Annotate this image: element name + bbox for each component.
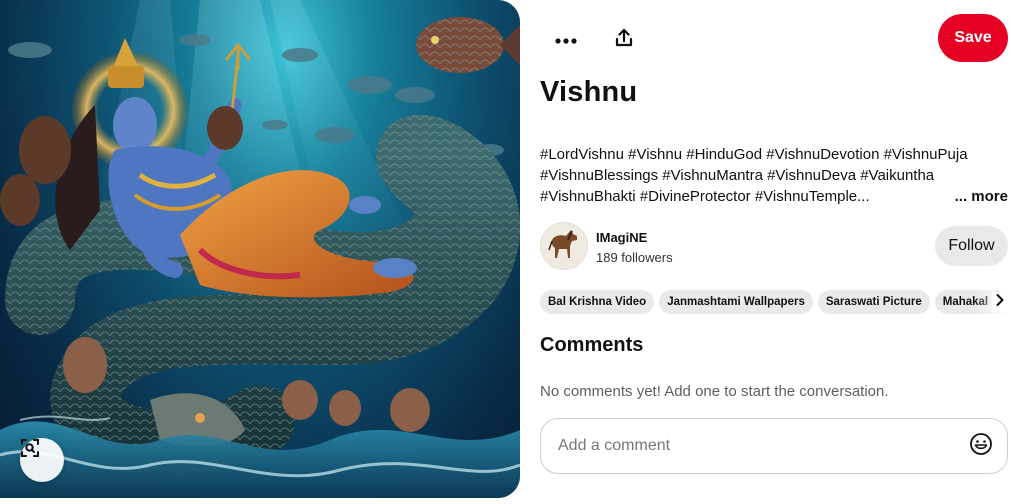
more-description-link[interactable]: ... more [955,186,1008,207]
creator-info: IMagiNE 189 followers [596,228,673,265]
more-horizontal-icon [555,31,577,49]
pin-toolbar [548,22,642,58]
related-topics-chips: Bal Krishna Video Janmashtami Wallpapers… [540,290,1008,314]
more-options-button[interactable] [548,22,584,58]
smiley-face-icon [969,432,993,461]
pin-title: Vishnu [540,76,638,108]
no-comments-message: No comments yet! Add one to start the co… [540,383,889,400]
creator-name[interactable]: IMagiNE [596,230,673,245]
topic-chip[interactable]: Janmashtami Wallpapers [659,290,813,314]
comment-input[interactable] [541,419,961,473]
description-line: #VishnuBlessings #VishnuMantra #VishnuDe… [540,167,935,184]
follower-count: 189 followers [596,249,673,265]
comment-composer [540,418,1008,474]
share-button[interactable] [606,22,642,58]
pin-image[interactable] [0,0,520,498]
creator-profile[interactable]: IMagiNE 189 followers [540,222,673,270]
topic-chip[interactable]: Bal Krishna Video [540,290,655,314]
vishnu-artwork [0,0,520,498]
follow-button[interactable]: Follow [935,226,1008,266]
chips-next-button[interactable] [992,292,1008,312]
description-line: #VishnuBhakti #DivineProtector #VishnuTe… [540,188,870,205]
comments-heading: Comments [540,334,644,356]
pin-description: #LordVishnu #Vishnu #HinduGod #VishnuDev… [540,144,1010,207]
save-button[interactable]: Save [938,14,1008,62]
avatar[interactable] [540,222,588,270]
topic-chip[interactable]: Saraswati Picture [817,290,930,314]
chevron-right-icon [995,293,1005,312]
horse-avatar-icon [544,224,584,269]
pin-details-panel: Save Vishnu #LordVishnu #Vishnu #HinduGo… [520,0,1011,504]
emoji-button[interactable] [961,426,1001,466]
share-upload-icon [614,28,634,53]
description-line: #LordVishnu #Vishnu #HinduGod #VishnuDev… [540,146,968,163]
visual-search-button[interactable] [20,438,64,482]
